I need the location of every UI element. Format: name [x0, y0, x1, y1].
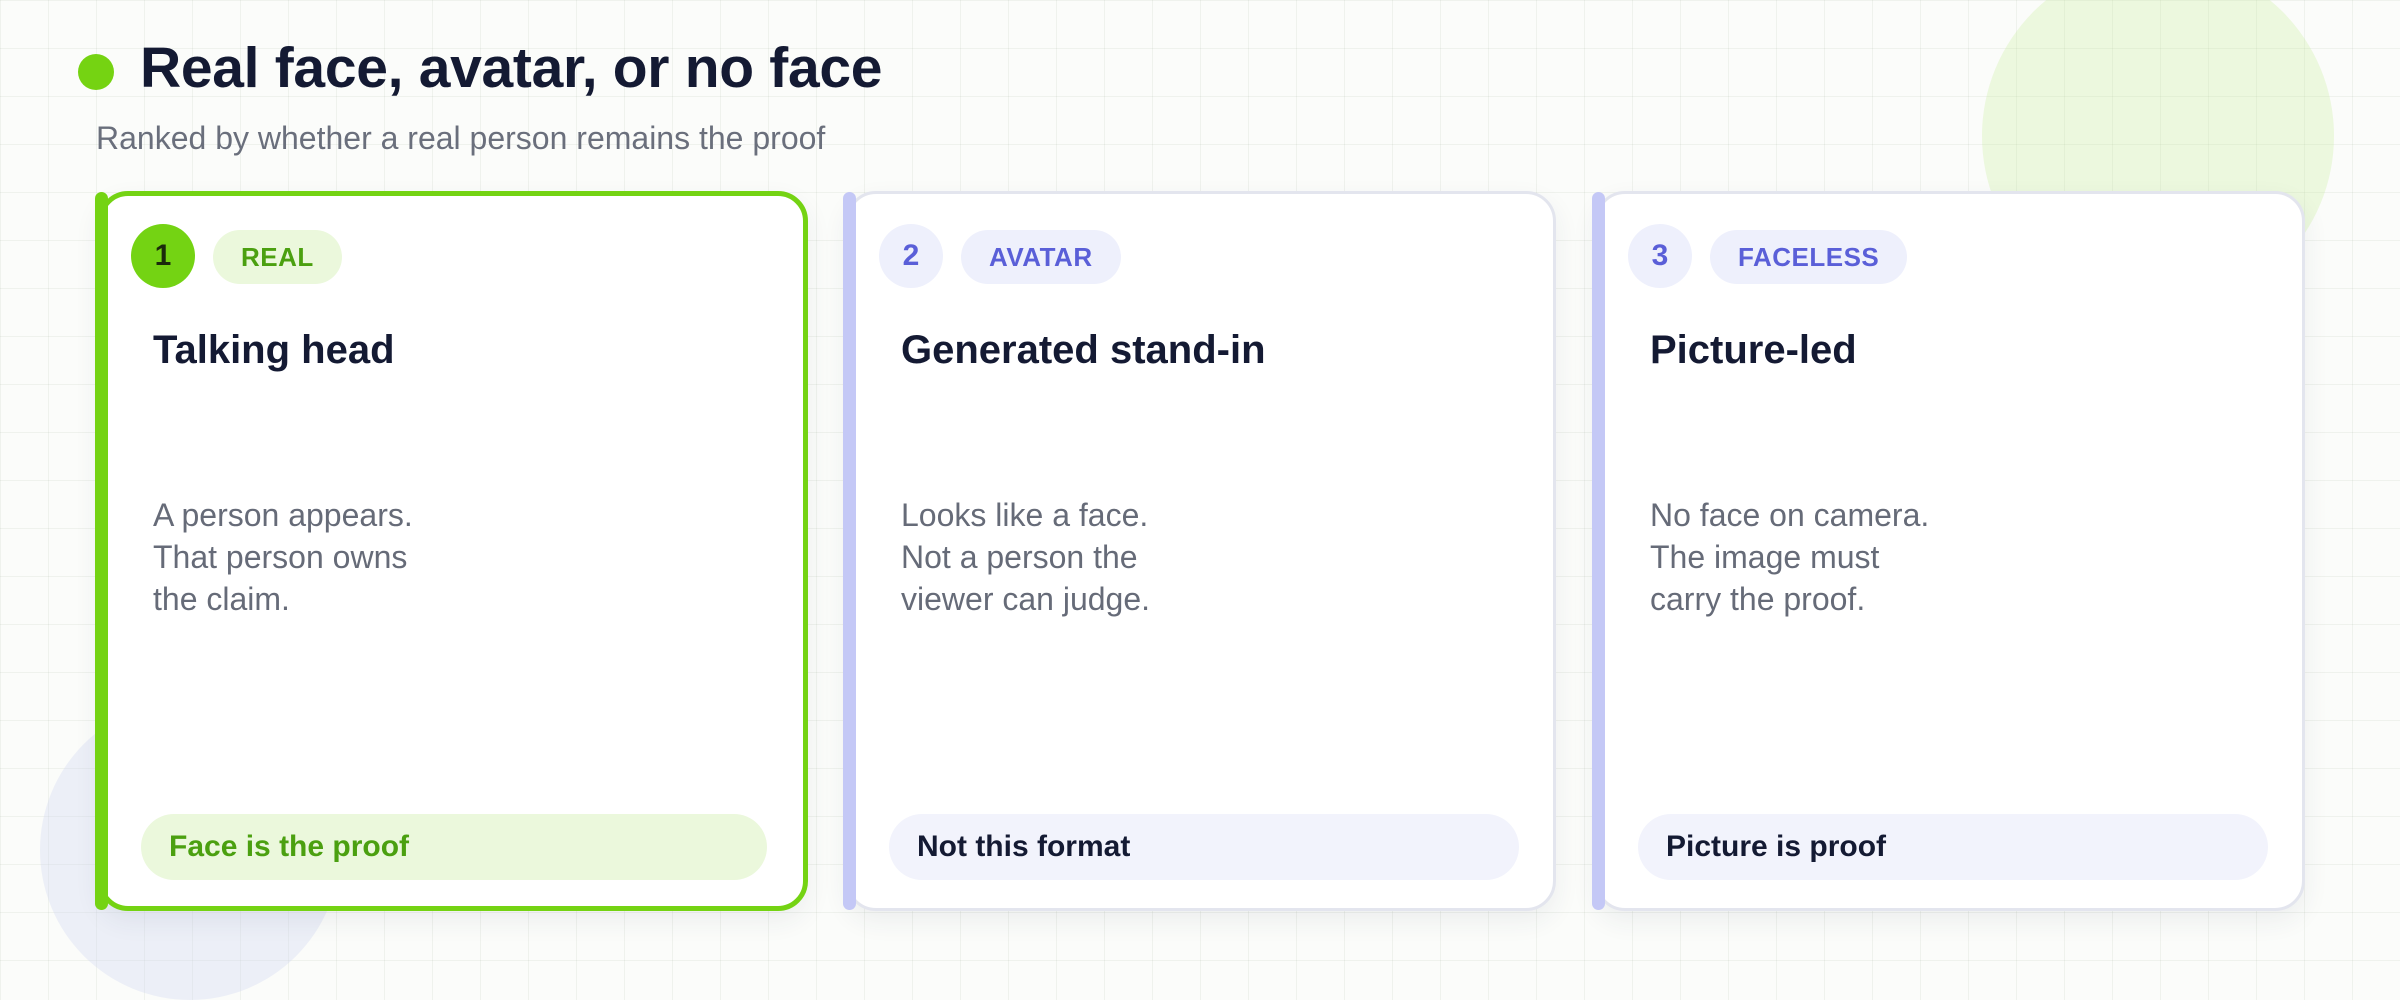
card-real[interactable]: 1 REAL Talking head A person appears. Th…	[95, 191, 808, 911]
card-accent-bar	[843, 192, 856, 910]
description-line: That person owns	[153, 539, 408, 575]
description-line: viewer can judge.	[901, 581, 1151, 617]
card-title: Picture-led	[1650, 328, 1857, 372]
description-line: Looks like a face.	[901, 497, 1149, 533]
card-faceless[interactable]: 3 FACELESS Picture-led No face on camera…	[1592, 191, 2305, 911]
rank-badge: 2	[879, 224, 943, 288]
rank-badge: 3	[1628, 224, 1692, 288]
page-subtitle: Ranked by whether a real person remains …	[96, 120, 826, 156]
header-dot-icon	[78, 54, 114, 90]
card-description: No face on camera. The image must carry …	[1650, 494, 2070, 620]
card-avatar[interactable]: 2 AVATAR Generated stand-in Looks like a…	[843, 191, 1556, 911]
card-accent-bar	[1592, 192, 1605, 910]
description-line: Not a person the	[901, 539, 1138, 575]
verdict-pill: Picture is proof	[1638, 814, 2268, 880]
verdict-pill: Not this format	[889, 814, 1519, 880]
verdict-pill: Face is the proof	[141, 814, 767, 880]
tag-pill: FACELESS	[1710, 230, 1908, 284]
rank-badge: 1	[131, 224, 195, 288]
card-title: Talking head	[153, 328, 395, 372]
description-line: carry the proof.	[1650, 581, 1866, 617]
tag-pill: AVATAR	[961, 230, 1121, 284]
description-line: The image must	[1650, 539, 1880, 575]
description-line: the claim.	[153, 581, 290, 617]
card-accent-bar	[95, 192, 108, 910]
card-title: Generated stand-in	[901, 328, 1266, 372]
page-title: Real face, avatar, or no face	[140, 36, 883, 100]
tag-pill: REAL	[213, 230, 342, 284]
card-description: Looks like a face. Not a person the view…	[901, 494, 1321, 620]
description-line: No face on camera.	[1650, 497, 1930, 533]
card-description: A person appears. That person owns the c…	[153, 494, 573, 620]
description-line: A person appears.	[153, 497, 413, 533]
